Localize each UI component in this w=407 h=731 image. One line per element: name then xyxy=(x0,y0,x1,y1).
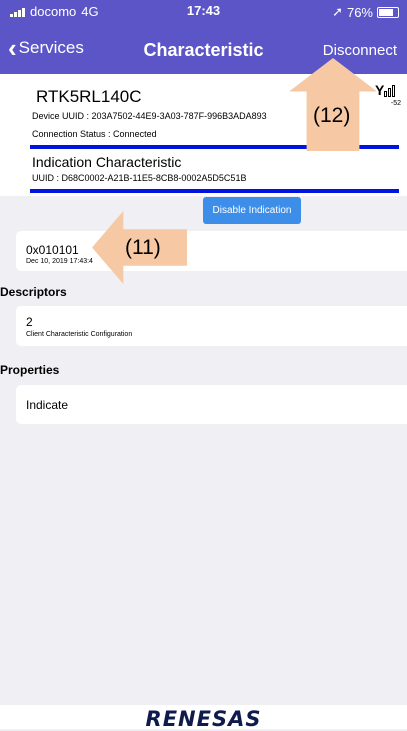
characteristic-uuid: UUID : D68C0002-A21B-11E5-8CB8-0002A5D5C… xyxy=(32,173,247,183)
device-uuid: Device UUID : 203A7502-44E9-3A03-787F-99… xyxy=(32,111,267,121)
disconnect-button[interactable]: Disconnect xyxy=(323,42,397,59)
disable-indication-button[interactable]: Disable Indication xyxy=(203,197,301,224)
characteristic-name: Indication Characteristic xyxy=(32,154,182,170)
footer-bar: RENESAS xyxy=(0,705,407,731)
renesas-logo: RENESAS xyxy=(145,707,262,731)
characteristic-value-cell[interactable]: 0x010101 Dec 10, 2019 17:43:4 xyxy=(16,231,407,271)
annotation-label-11: (11) xyxy=(125,236,161,259)
property-cell: Indicate xyxy=(16,385,407,424)
rssi-indicator: Y -52 xyxy=(375,82,401,112)
characteristic-value: 0x010101 xyxy=(26,243,79,257)
device-name: RTK5RL140C xyxy=(36,87,142,106)
property-value: Indicate xyxy=(26,398,69,412)
antenna-icon: Y xyxy=(375,82,385,98)
status-bar: docomo 4G 17:43 ➚ 76% xyxy=(0,0,407,22)
descriptor-value: 2 xyxy=(26,315,33,329)
top-bar: docomo 4G 17:43 ➚ 76% ‹ Services Charact… xyxy=(0,0,407,74)
navigation-bar: ‹ Services Characteristic Disconnect xyxy=(0,30,407,70)
battery-percent: 76% xyxy=(346,4,373,20)
descriptor-name: Client Characteristic Configuration xyxy=(26,331,133,338)
connection-status: Connection Status : Connected xyxy=(32,129,157,139)
location-icon: ➚ xyxy=(332,4,343,19)
value-timestamp: Dec 10, 2019 17:43:4 xyxy=(26,258,93,265)
annotation-label-12: (12) xyxy=(313,104,351,127)
signal-strength-icon xyxy=(384,85,395,97)
rssi-value: -52 xyxy=(390,100,401,107)
battery-icon xyxy=(377,6,399,18)
descriptor-cell[interactable]: 2 Client Characteristic Configuration xyxy=(16,306,407,346)
divider-line xyxy=(30,189,399,193)
properties-header: Properties xyxy=(0,363,60,377)
descriptors-header: Descriptors xyxy=(0,285,67,299)
status-right: ➚ 76% xyxy=(332,4,399,20)
